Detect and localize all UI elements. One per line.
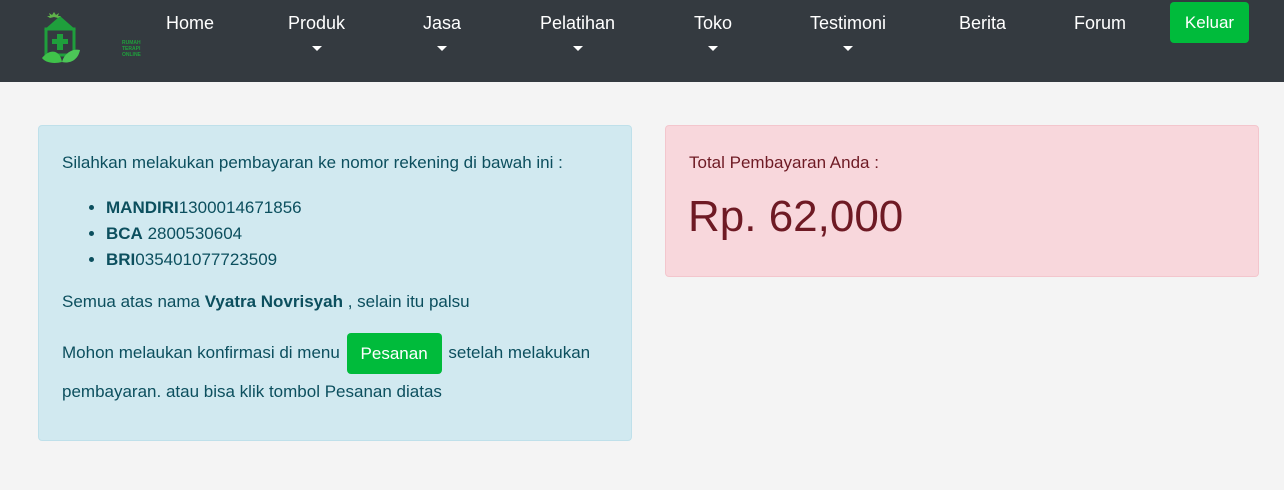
caret-down-icon (708, 46, 719, 51)
nav-item-pelatihan[interactable]: Pelatihan (540, 13, 615, 51)
logout-button[interactable]: Keluar (1170, 2, 1249, 43)
payment-intro-text: Silahkan melakukan pembayaran ke nomor r… (62, 153, 563, 172)
account-number: 035401077723509 (135, 250, 278, 269)
account-owner-text: Semua atas nama Vyatra Novrisyah , selai… (62, 292, 470, 312)
nav-item-label: Pelatihan (540, 13, 616, 33)
nav-item-label: Forum (1074, 13, 1127, 33)
nav-item-label: Berita (959, 13, 1007, 33)
confirm-prefix: Mohon melaukan konfirmasi di menu (62, 342, 345, 362)
total-payment-label: Total Pembayaran Anda : (689, 153, 879, 172)
brand-logo[interactable]: RUMAH TERAPI ONLINE (38, 8, 141, 66)
nav-item-home[interactable]: Home (166, 13, 214, 34)
top-navbar: RUMAH TERAPI ONLINE Home Produk Jasa Pel… (0, 0, 1284, 82)
account-number: 2800530604 (142, 224, 243, 243)
bank-account-item: MANDIRI1300014671856 (106, 195, 302, 221)
brand-logo-line: ONLINE (122, 52, 141, 58)
brand-logo-text: RUMAH TERAPI ONLINE (122, 40, 141, 58)
total-payment-amount: Rp. 62,000 (688, 192, 904, 241)
bank-account-item: BRI035401077723509 (106, 247, 302, 273)
nav-item-testimoni[interactable]: Testimoni (810, 13, 886, 51)
bank-name: MANDIRI (106, 198, 179, 217)
nav-item-label: Jasa (423, 13, 462, 33)
total-payment-panel: Total Pembayaran Anda : Rp. 62,000 (665, 125, 1259, 277)
nav-item-label: Testimoni (810, 13, 887, 33)
owner-name: Vyatra Novrisyah (204, 292, 343, 311)
nav-item-jasa[interactable]: Jasa (423, 13, 461, 51)
caret-down-icon (572, 46, 583, 51)
owner-suffix: , selain itu palsu (342, 292, 470, 311)
caret-down-icon (843, 46, 854, 51)
nav-item-produk[interactable]: Produk (288, 13, 345, 51)
account-number: 1300014671856 (178, 198, 302, 217)
nav-item-forum[interactable]: Forum (1074, 13, 1126, 34)
nav-item-label: Toko (694, 13, 733, 33)
owner-prefix: Semua atas nama (62, 292, 205, 311)
bank-account-list: MANDIRI1300014671856 BCA 2800530604 BRI0… (106, 195, 302, 273)
payment-info-panel: Silahkan melakukan pembayaran ke nomor r… (38, 125, 632, 441)
caret-down-icon (437, 46, 448, 51)
bank-name: BRI (106, 250, 136, 269)
bank-account-item: BCA 2800530604 (106, 221, 302, 247)
pesanan-button[interactable]: Pesanan (346, 333, 442, 374)
nav-item-toko[interactable]: Toko (694, 13, 732, 51)
nav-item-berita[interactable]: Berita (959, 13, 1006, 34)
confirm-instruction-text: Mohon melaukan konfirmasi di menu Pesana… (62, 333, 622, 409)
house-leaf-icon (42, 12, 80, 63)
nav-item-label: Home (166, 13, 215, 33)
nav-item-label: Produk (288, 13, 346, 33)
caret-down-icon (311, 46, 322, 51)
bank-name: BCA (106, 224, 143, 243)
